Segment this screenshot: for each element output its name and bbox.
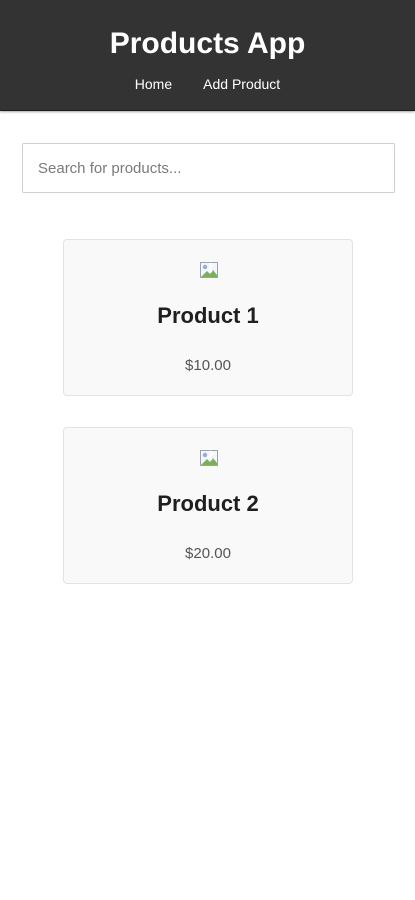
product-price: $10.00 [185,357,231,374]
product-card[interactable]: Product 2 $20.00 [63,427,353,584]
product-card[interactable]: Product 1 $10.00 [63,239,353,396]
product-name: Product 2 [157,491,259,516]
product-name: Product 1 [157,303,259,328]
product-price: $20.00 [185,545,231,562]
broken-image-icon [200,450,218,466]
search-input[interactable] [22,143,395,193]
app-header: Products App Home Add Product [0,0,415,111]
app-title: Products App [109,27,306,60]
main-nav: Home Add Product [0,75,415,93]
nav-home-link[interactable]: Home [135,75,172,93]
nav-add-product-link[interactable]: Add Product [203,75,280,93]
broken-image-icon [200,262,218,278]
